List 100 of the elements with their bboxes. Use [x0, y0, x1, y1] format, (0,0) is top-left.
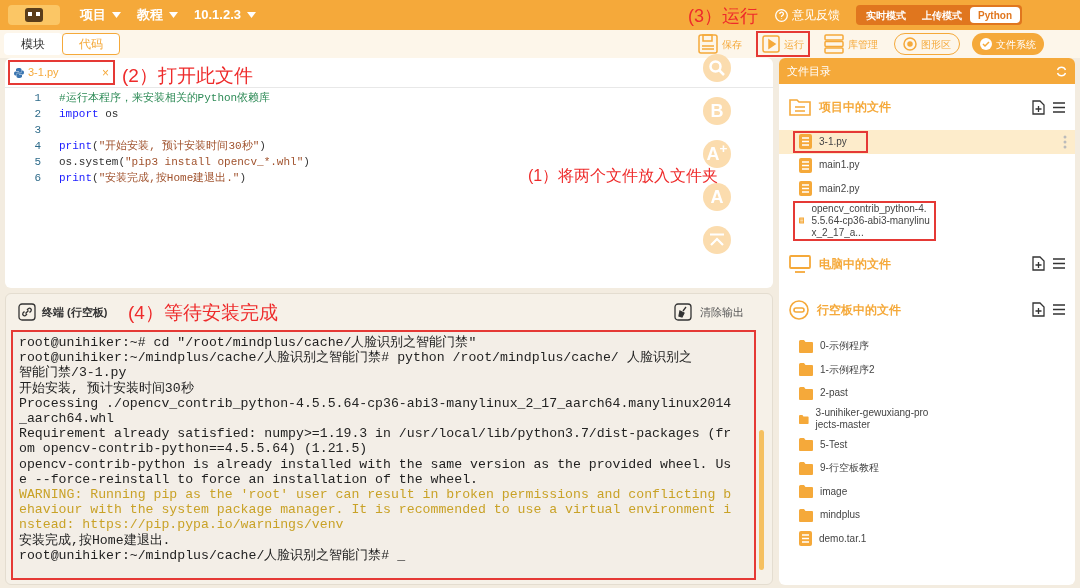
- menu-icon[interactable]: [1053, 258, 1065, 269]
- terminal-line: WARNING: Running pip as the 'root' user can result in broken permissions and conflicting b: [19, 487, 733, 503]
- library-button[interactable]: 库管理: [820, 33, 882, 55]
- file-tab[interactable]: 3-1.py ×: [8, 60, 115, 85]
- folder-icon: [799, 485, 813, 499]
- menu-item[interactable]: 项目: [80, 5, 121, 25]
- file-name: image: [820, 485, 848, 498]
- terminal-line: root@unihiker:~/mindplus/cache/人脸识别之智能门禁# _: [19, 547, 407, 564]
- line-number: 6: [33, 170, 41, 186]
- file-name: 5-Test: [820, 438, 848, 451]
- folder-icon: [799, 363, 813, 377]
- link-icon: [18, 303, 36, 321]
- python-icon: [14, 67, 24, 78]
- code-line: #运行本程序，来安装相关的Python依赖库: [59, 90, 271, 106]
- new-file-icon[interactable]: [1032, 302, 1045, 317]
- file-name: opencv_contrib_python-4.5.5.64-cp36-abi3-manylinux_2_17_a...: [811, 202, 930, 239]
- terminal-line: Requirement already satisfied: numpy>=1.19.3 in /usr/local/lib/python3.7/dist-packages (fr: [19, 426, 733, 442]
- new-file-icon[interactable]: [1032, 256, 1045, 271]
- file-row[interactable]: 3-1.py: [779, 130, 1075, 154]
- section-title[interactable]: 行空板中的文件: [817, 300, 1024, 319]
- terminal-line: 开始安装, 预计安装时间30秒: [19, 380, 195, 396]
- code-line: import os: [59, 106, 119, 122]
- file-name: 0-示例程序: [820, 340, 869, 353]
- terminal-line: nstead: https://pip.pypa.io/warnings/venv: [19, 517, 345, 533]
- file-name: main1.py: [819, 159, 860, 172]
- terminal-line: om opencv-contrib-python==4.5.5.64) (1.21.5): [19, 441, 369, 457]
- view-tab[interactable]: 代码: [62, 33, 120, 55]
- broom-icon: [674, 303, 692, 321]
- terminal-line: opencv-contrib-python is already installed with the same version as the provided wheel. Us: [19, 456, 733, 472]
- file-name: 3-unihiker-gewuxiang-projects-master: [815, 407, 930, 431]
- line-number: 1: [33, 90, 41, 106]
- search-icon: [709, 60, 725, 76]
- file-row[interactable]: demo.tar.1: [779, 527, 1075, 551]
- folder-row[interactable]: 5-Test: [779, 433, 1075, 457]
- document-icon: [799, 134, 812, 150]
- help-icon: [775, 8, 789, 22]
- line-number: 2: [33, 106, 41, 122]
- folder-icon: [799, 461, 813, 475]
- menu-item[interactable]: 教程: [137, 5, 178, 25]
- eye-icon: [903, 37, 917, 51]
- monitor-icon: [789, 254, 811, 273]
- folder-icon: [799, 508, 813, 522]
- files-button[interactable]: 文件系统: [972, 33, 1044, 55]
- board-icon: [789, 299, 809, 320]
- terminal-line: Processing ./opencv_contrib_python-4.5.5.64-cp36-abi3-manylinux_2_17_aarch64.manylinux2014: [19, 395, 733, 411]
- robot-icon: [25, 8, 43, 22]
- folder-list-icon: [789, 98, 811, 116]
- folder-row[interactable]: 2-past: [779, 381, 1075, 405]
- file-name: 2-past: [820, 387, 848, 400]
- mode-tab[interactable]: 实时模式: [858, 7, 915, 23]
- folder-row[interactable]: 0-示例程序: [779, 334, 1075, 358]
- view-tab[interactable]: 模块: [4, 33, 62, 55]
- folder-row[interactable]: 1-示例程序2: [779, 358, 1075, 382]
- folder-icon: [799, 412, 809, 426]
- new-file-icon[interactable]: [1032, 99, 1045, 115]
- file-name: mindplus: [820, 509, 861, 522]
- mode-tab[interactable]: Python: [970, 7, 1020, 23]
- file-row[interactable]: main1.py: [779, 153, 1075, 177]
- file-name: 9-行空板教程: [820, 462, 879, 475]
- document-icon: [799, 531, 812, 547]
- folder-row[interactable]: image: [779, 480, 1075, 504]
- section-title[interactable]: 电脑中的文件: [819, 254, 1024, 273]
- terminal-line: 智能门禁/3-1.py: [19, 365, 128, 381]
- terminal-title: 终端 (行空板): [42, 304, 108, 320]
- code-line: print("安装完成,按Home建退出."): [59, 170, 247, 186]
- feedback-button[interactable]: 意见反馈: [775, 6, 841, 24]
- file-row[interactable]: main2.py: [779, 177, 1075, 201]
- terminal-line: root@unihiker:~/mindplus/cache/人脸识别之智能门禁# python /root/mindplus/cache/ 人脸识别之: [19, 350, 693, 366]
- folder-icon: [799, 339, 813, 353]
- file-name: main2.py: [819, 182, 860, 195]
- file-row[interactable]: opencv_contrib_python-4.5.5.64-cp36-abi3-manylinux_2_17_a...: [779, 200, 1075, 241]
- terminal-line: _aarch64.whl: [19, 411, 115, 427]
- play-icon: [762, 35, 780, 53]
- menu-icon[interactable]: [1053, 101, 1065, 113]
- clear-output-button[interactable]: 清除输出: [674, 303, 744, 321]
- file-name: 3-1.py: [819, 135, 847, 148]
- menu-icon[interactable]: [1053, 304, 1065, 315]
- scrollbar[interactable]: [758, 430, 764, 570]
- panel-title: 文件目录: [787, 63, 831, 79]
- section-title[interactable]: 项目中的文件: [819, 98, 1024, 116]
- file-name: demo.tar.1: [819, 532, 867, 545]
- folder-row[interactable]: 9-行空板教程: [779, 456, 1075, 480]
- mode-tab[interactable]: 上传模式: [914, 7, 971, 23]
- terminal-line: e --force-reinstall to force an installation of the wheel.: [19, 471, 479, 488]
- line-number: 3: [33, 122, 41, 138]
- folder-row[interactable]: mindplus: [779, 503, 1075, 527]
- save-icon: [698, 34, 718, 54]
- save-button[interactable]: 保存: [694, 33, 746, 55]
- folder-row[interactable]: 3-unihiker-gewuxiang-projects-master: [779, 405, 1075, 433]
- document-icon: [799, 157, 812, 173]
- run-button[interactable]: 运行: [758, 33, 808, 55]
- line-number: 5: [33, 154, 41, 170]
- collapse-icon: [709, 233, 725, 247]
- close-button[interactable]: ×: [102, 63, 109, 82]
- terminal-line: ehaviour with the system package manager. It is recommended to use a virtual environment i: [19, 502, 733, 518]
- menu-item[interactable]: 10.1.2.3: [194, 5, 256, 25]
- caret-icon: [169, 12, 178, 18]
- folder-icon: [799, 438, 813, 452]
- terminal-line: root@unihiker:~# cd "/root/mindplus/cache/人脸识别之智能门禁": [19, 335, 478, 350]
- document-icon: [799, 181, 812, 197]
